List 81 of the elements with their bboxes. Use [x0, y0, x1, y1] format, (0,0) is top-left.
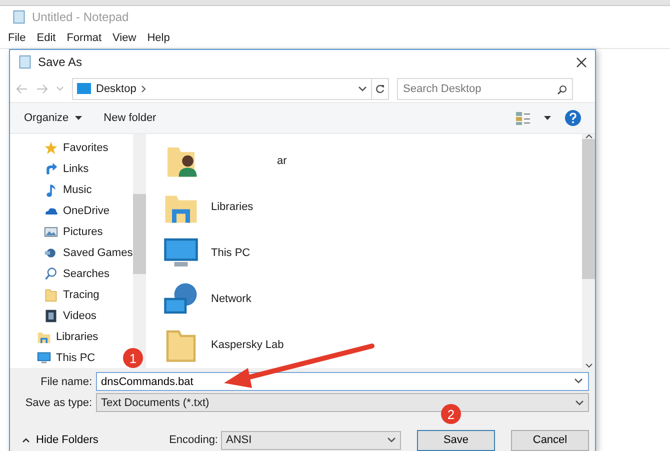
menu-item[interactable]: Help: [147, 32, 170, 44]
folder-tile[interactable]: This PC: [163, 230, 582, 276]
menu-item[interactable]: View: [112, 32, 136, 44]
file-name: Kaspersky Lab: [210, 339, 284, 351]
chevron-up-icon: [22, 438, 30, 442]
hide-folders-button[interactable]: Hide Folders: [10, 434, 98, 446]
sidebar-label: Favorites: [63, 142, 108, 154]
file-name: Libraries: [210, 201, 254, 213]
encoding-dropdown[interactable]: ANSI: [221, 430, 401, 450]
sidebar-label: This PC: [56, 352, 96, 364]
folder-tile[interactable]: Network: [163, 276, 582, 322]
file-name-field[interactable]: dnsCommands.bat: [96, 372, 589, 391]
refresh-button[interactable]: [371, 78, 389, 100]
file-name: ar: [276, 155, 287, 167]
save-button[interactable]: Save: [417, 430, 495, 450]
monitor-icon: [37, 350, 51, 364]
sidebar-item[interactable]: OneDrive: [10, 200, 110, 221]
film-icon: [44, 308, 58, 322]
sidebar-label: Libraries: [56, 330, 98, 342]
sidebar-label: Tracing: [63, 288, 100, 300]
sidebar-item[interactable]: Saved Games: [10, 242, 133, 263]
menu-item[interactable]: Edit: [36, 32, 56, 44]
new-folder-button[interactable]: New folder: [104, 112, 156, 124]
sidebar-label: OneDrive: [63, 204, 110, 216]
caret-icon[interactable]: [544, 116, 551, 120]
sidebar-item[interactable]: Tracing: [10, 284, 100, 305]
encoding-label: Encoding:: [169, 434, 218, 446]
folder-tile[interactable]: ar: [163, 138, 582, 184]
caret-icon: [74, 116, 82, 120]
menu-item[interactable]: Format: [66, 32, 102, 44]
chevron-down-icon[interactable]: [387, 437, 396, 443]
chevron-down-icon[interactable]: [575, 400, 584, 406]
search-icon: [557, 84, 567, 95]
step-number-badge: 1: [123, 348, 143, 368]
file-name: Network: [210, 293, 252, 305]
window-title: Untitled - Notepad: [32, 10, 129, 24]
refresh-icon: [375, 84, 385, 94]
sidebar-item[interactable]: Searches: [10, 263, 110, 284]
save-as-type-label: Save as type:: [24, 396, 93, 408]
sidebar-label: Links: [63, 162, 89, 174]
sidebar-item[interactable]: Music: [10, 179, 92, 200]
close-icon[interactable]: [576, 56, 587, 68]
search-field[interactable]: Search Desktop: [397, 78, 573, 100]
chevron-down-icon[interactable]: [574, 378, 583, 384]
address-bar[interactable]: Desktop: [72, 78, 372, 100]
folder-tile[interactable]: Libraries: [163, 184, 582, 230]
file-name-label: File name:: [40, 376, 93, 388]
chevron-up-icon[interactable]: [584, 134, 592, 139]
view-options-icon[interactable]: [516, 112, 530, 125]
star-icon: [44, 140, 58, 154]
library-folder-icon: [37, 330, 51, 344]
sidebar-item[interactable]: This PC: [10, 347, 96, 368]
file-name: This PC: [210, 247, 250, 259]
chevron-right-icon: [141, 84, 146, 93]
sidebar-item[interactable]: Pictures: [10, 221, 103, 242]
search-icon: [44, 266, 58, 280]
folder-tile[interactable]: Kaspersky Lab: [163, 322, 582, 368]
sidebar-item[interactable]: Libraries: [10, 326, 98, 347]
organize-button[interactable]: Organize: [24, 112, 82, 124]
scrollbar[interactable]: [582, 134, 595, 368]
sidebar-item[interactable]: Links: [10, 158, 89, 179]
menu-item[interactable]: File: [8, 32, 26, 44]
notepad-icon: [18, 55, 32, 70]
sidebar-item[interactable]: Videos: [10, 305, 96, 326]
help-icon[interactable]: [565, 110, 581, 126]
folder-icon: [44, 288, 58, 302]
dialog-title: Save As: [38, 55, 82, 70]
music-note-icon: [44, 182, 58, 196]
sidebar-item[interactable]: Favorites: [10, 137, 108, 158]
cancel-button[interactable]: Cancel: [511, 430, 589, 450]
picture-icon: [44, 224, 58, 238]
sidebar-label: Videos: [63, 310, 96, 322]
sidebar-label: Saved Games: [63, 246, 133, 258]
chevron-down-icon[interactable]: [584, 363, 592, 368]
chevron-down-icon[interactable]: [358, 86, 367, 92]
sidebar-label: Pictures: [63, 226, 103, 238]
sidebar-label: Searches: [63, 268, 110, 280]
desktop-icon: [77, 83, 91, 94]
sidebar-label: Music: [63, 184, 92, 196]
notepad-icon: [12, 10, 26, 24]
link-arrow-icon: [44, 162, 58, 176]
